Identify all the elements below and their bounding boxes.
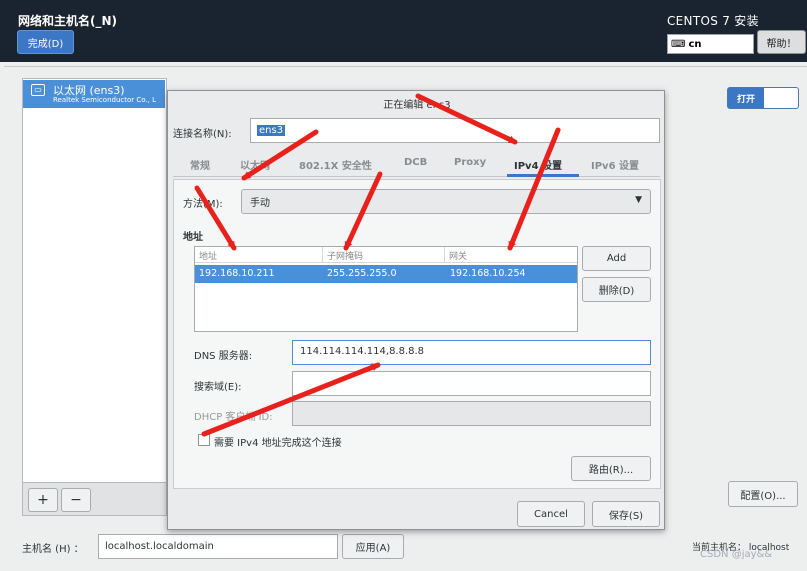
help-button[interactable]: 帮助！ [757, 30, 806, 54]
tab-ipv4-settings[interactable]: IPv4 设置 [514, 157, 562, 172]
add-interface-button[interactable]: + [28, 488, 58, 512]
active-tab-indicator [507, 174, 579, 177]
chevron-down-icon: ▼ [635, 195, 642, 205]
address-section-title: 地址 [183, 232, 203, 243]
dhcp-client-id-label: DHCP 客户端 ID: [194, 412, 273, 423]
installer-title: CENTOS 7 安装 [667, 14, 759, 28]
connection-name-label: 连接名称(N): [173, 129, 232, 140]
search-domain-input[interactable] [292, 371, 651, 396]
dns-input[interactable]: 114.114.114.114,8.8.8.8 [292, 340, 651, 365]
tab-proxy[interactable]: Proxy [454, 157, 486, 168]
configure-button[interactable]: 配置(O)... [728, 481, 798, 507]
keyboard-layout-label: cn [688, 38, 702, 50]
toggle-on-label: 打开 [728, 88, 764, 108]
address-cell[interactable]: 192.168.10.211 [199, 268, 275, 279]
require-ipv4-checkbox[interactable] [198, 434, 210, 446]
dhcp-client-id-input [292, 401, 651, 426]
tab-8021x-security[interactable]: 802.1X 安全性 [299, 157, 372, 172]
connection-name-value: ens3 [257, 125, 286, 136]
cancel-button[interactable]: Cancel [517, 501, 585, 527]
tab-ethernet[interactable]: 以太网 [240, 157, 270, 172]
column-header-address: 地址 [195, 247, 323, 263]
interface-list-toolbar: + − [22, 483, 167, 516]
settings-tabs: 常规 以太网 802.1X 安全性 DCB Proxy IPv4 设置 IPv6… [173, 149, 660, 177]
column-header-netmask: 子网掩码 [323, 247, 445, 263]
ipv4-settings-panel: 方法(M): 手动 ▼ 地址 地址 子网掩码 网关 192.168.10.211… [173, 179, 661, 489]
save-button[interactable]: 保存(S) [592, 501, 660, 527]
watermark: CSDN @jay&& [700, 549, 773, 560]
hostname-label: 主机名 (H) ： [22, 544, 84, 555]
dialog-title: 正在编辑 ens3 [383, 100, 451, 111]
connection-toggle[interactable]: 打开 [727, 87, 799, 109]
tab-general[interactable]: 常规 [190, 157, 210, 172]
column-header-gateway: 网关 [445, 247, 577, 263]
connection-name-input[interactable]: ens3 [250, 118, 660, 143]
remove-interface-button[interactable]: − [61, 488, 91, 512]
keyboard-icon: ⌨ [671, 38, 686, 50]
gateway-cell[interactable]: 192.168.10.254 [450, 268, 526, 279]
netmask-cell[interactable]: 255.255.255.0 [327, 268, 397, 279]
top-header-bar: 网络和主机名(_N) 完成(D) CENTOS 7 安装 ⌨ cn 帮助！ [0, 0, 807, 62]
method-label: 方法(M): [183, 199, 223, 210]
dns-label: DNS 服务器: [194, 351, 253, 362]
interface-list [22, 78, 167, 483]
delete-address-button[interactable]: 删除(D) [582, 277, 651, 302]
search-domain-label: 搜索域(E): [194, 382, 242, 393]
method-select[interactable]: 手动 ▼ [241, 189, 651, 214]
method-value: 手动 [250, 198, 270, 209]
tab-ipv6-settings[interactable]: IPv6 设置 [591, 157, 639, 172]
hostname-input[interactable]: localhost.localdomain [98, 534, 338, 559]
edit-connection-dialog: 正在编辑 ens3 连接名称(N): ens3 常规 以太网 802.1X 安全… [167, 90, 665, 530]
table-row[interactable]: 192.168.10.211 255.255.255.0 192.168.10.… [195, 265, 577, 283]
add-address-button[interactable]: Add [582, 246, 651, 271]
tab-dcb[interactable]: DCB [404, 157, 427, 168]
ethernet-icon: ▭ [31, 84, 45, 96]
keyboard-layout-indicator[interactable]: ⌨ cn [667, 34, 754, 54]
require-ipv4-label: 需要 IPv4 地址完成这个连接 [214, 438, 342, 449]
interface-vendor: Realtek Semiconductor Co., L [53, 96, 156, 104]
apply-hostname-button[interactable]: 应用(A) [342, 534, 404, 559]
interface-list-item[interactable]: ▭ 以太网 (ens3) Realtek Semiconductor Co., … [23, 80, 165, 108]
address-table: 地址 子网掩码 网关 192.168.10.211 255.255.255.0 … [194, 246, 578, 332]
page-title: 网络和主机名(_N) [18, 14, 118, 28]
routes-button[interactable]: 路由(R)... [571, 456, 651, 481]
done-button[interactable]: 完成(D) [17, 30, 74, 54]
